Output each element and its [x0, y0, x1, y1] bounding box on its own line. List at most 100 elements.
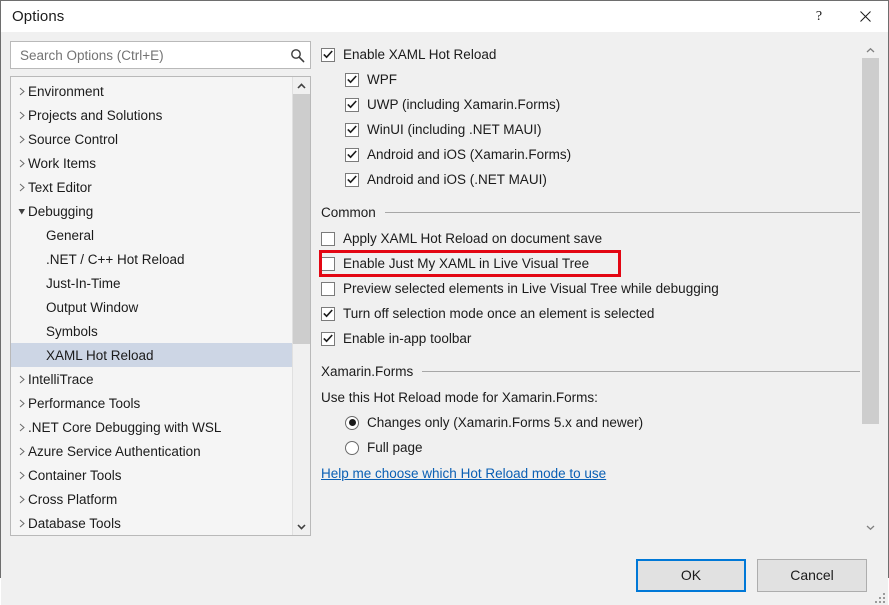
tree-item-text-editor[interactable]: Text Editor: [11, 175, 292, 199]
tree-item-performance-tools[interactable]: Performance Tools: [11, 391, 292, 415]
cancel-button[interactable]: Cancel: [757, 559, 867, 592]
checkmark-icon: [323, 334, 333, 343]
tree-item-output-window[interactable]: Output Window: [11, 295, 292, 319]
radio-row-changes-only-xamarin-forms-5-x-and-newer[interactable]: Changes only (Xamarin.Forms 5.x and newe…: [321, 410, 862, 435]
options-scroll-up-button[interactable]: [862, 41, 879, 58]
checkbox-apply-xaml-hot-reload-on-document-save[interactable]: [321, 232, 335, 246]
help-button[interactable]: ?: [796, 1, 842, 32]
label-apply-xaml-hot-reload-on-document-save: Apply XAML Hot Reload on document save: [343, 232, 602, 246]
tree-item-xaml-hot-reload[interactable]: XAML Hot Reload: [11, 343, 292, 367]
tree-item-net-core-debugging-with-wsl[interactable]: .NET Core Debugging with WSL: [11, 415, 292, 439]
triangle-right-icon[interactable]: [15, 399, 28, 408]
tree-item-projects-and-solutions[interactable]: Projects and Solutions: [11, 103, 292, 127]
triangle-right-icon[interactable]: [15, 111, 28, 120]
question-mark-icon: ?: [816, 10, 822, 24]
group-divider-common: [385, 212, 860, 213]
checkbox-android-and-ios-xamarin-forms[interactable]: [345, 148, 359, 162]
triangle-right-icon[interactable]: [15, 183, 28, 192]
tree-item-database-tools[interactable]: Database Tools: [11, 511, 292, 535]
label-enable-in-app-toolbar: Enable in-app toolbar: [343, 332, 471, 346]
chevron-down-icon: [297, 524, 306, 530]
checkbox-enable-in-app-toolbar[interactable]: [321, 332, 335, 346]
options-scroll-host: Enable XAML Hot Reload WPF UWP (including…: [321, 41, 879, 536]
options-scroll-track[interactable]: [862, 58, 879, 519]
radio-row-full-page[interactable]: Full page: [321, 435, 862, 460]
help-me-choose-link[interactable]: Help me choose which Hot Reload mode to …: [321, 466, 606, 481]
tree-item-environment[interactable]: Environment: [11, 79, 292, 103]
resize-grip[interactable]: [872, 590, 885, 603]
search-box[interactable]: [10, 41, 311, 69]
checkbox-turn-off-selection-mode-once-an-element-is-selec[interactable]: [321, 307, 335, 321]
tree-item-label: Database Tools: [28, 516, 121, 531]
label-uwp-including-xamarin-forms: UWP (including Xamarin.Forms): [367, 98, 560, 112]
title-bar: Options ?: [1, 1, 888, 32]
triangle-right-icon[interactable]: [15, 495, 28, 504]
tree-scroll-thumb[interactable]: [293, 94, 310, 344]
group-header-xamarin: Xamarin.Forms: [321, 357, 862, 385]
tree-item-label: .NET Core Debugging with WSL: [28, 420, 221, 435]
triangle-right-icon[interactable]: [15, 375, 28, 384]
checkbox-wpf[interactable]: [345, 73, 359, 87]
triangle-right-icon[interactable]: [15, 135, 28, 144]
options-scrollbar[interactable]: [862, 41, 879, 536]
checkbox-row-android-and-ios-net-maui[interactable]: Android and iOS (.NET MAUI): [321, 167, 862, 192]
triangle-right-icon[interactable]: [15, 471, 28, 480]
checkbox-uwp-including-xamarin-forms[interactable]: [345, 98, 359, 112]
radio-changes-only-xamarin-forms-5-x-and-newer[interactable]: [345, 416, 359, 430]
tree-item-symbols[interactable]: Symbols: [11, 319, 292, 343]
tree-scroll-down-button[interactable]: [293, 518, 310, 535]
tree-item-intellitrace[interactable]: IntelliTrace: [11, 367, 292, 391]
checkbox-row-wpf[interactable]: WPF: [321, 67, 862, 92]
radio-dot: [349, 419, 356, 426]
checkbox-preview-selected-elements-in-live-visual-tree-wh[interactable]: [321, 282, 335, 296]
search-input[interactable]: [11, 43, 284, 67]
triangle-right-icon[interactable]: [15, 159, 28, 168]
checkbox-row-android-and-ios-xamarin-forms[interactable]: Android and iOS (Xamarin.Forms): [321, 142, 862, 167]
checkmark-icon: [347, 125, 357, 134]
checkbox-row-enable-just-my-xaml-in-live-visual-tree[interactable]: Enable Just My XAML in Live Visual Tree: [321, 251, 862, 276]
tree-item-azure-service-authentication[interactable]: Azure Service Authentication: [11, 439, 292, 463]
window-controls: ?: [796, 1, 888, 32]
options-scroll-down-button[interactable]: [862, 519, 879, 536]
checkbox-row-apply-xaml-hot-reload-on-document-save[interactable]: Apply XAML Hot Reload on document save: [321, 226, 862, 251]
checkbox-row-winui-including-net-maui[interactable]: WinUI (including .NET MAUI): [321, 117, 862, 142]
triangle-down-icon[interactable]: [15, 207, 28, 216]
checkbox-enable-just-my-xaml-in-live-visual-tree[interactable]: [321, 257, 335, 271]
tree-item-container-tools[interactable]: Container Tools: [11, 463, 292, 487]
label-preview-selected-elements-in-live-visual-tree-wh: Preview selected elements in Live Visual…: [343, 282, 719, 296]
tree-item-just-in-time[interactable]: Just-In-Time: [11, 271, 292, 295]
checkbox-row-turn-off-selection-mode-once-an-element-is-selec[interactable]: Turn off selection mode once an element …: [321, 301, 862, 326]
checkbox-winui-including-net-maui[interactable]: [345, 123, 359, 137]
search-icon[interactable]: [284, 48, 310, 63]
ok-button[interactable]: OK: [636, 559, 746, 592]
tree-scroll-up-button[interactable]: [293, 77, 310, 94]
right-panel: Enable XAML Hot Reload WPF UWP (including…: [321, 41, 879, 545]
tree-item-cross-platform[interactable]: Cross Platform: [11, 487, 292, 511]
options-scroll-thumb[interactable]: [862, 58, 879, 424]
triangle-right-icon[interactable]: [15, 447, 28, 456]
checkbox-enable-xaml-hot-reload[interactable]: [321, 48, 335, 62]
checkbox-row-uwp-including-xamarin-forms[interactable]: UWP (including Xamarin.Forms): [321, 92, 862, 117]
label-enable-just-my-xaml-in-live-visual-tree: Enable Just My XAML in Live Visual Tree: [343, 257, 589, 271]
left-panel: EnvironmentProjects and SolutionsSource …: [10, 41, 311, 545]
tree-scroll-track[interactable]: [293, 94, 310, 518]
tree-item-debugging[interactable]: Debugging: [11, 199, 292, 223]
label-winui-including-net-maui: WinUI (including .NET MAUI): [367, 123, 542, 137]
tree-item-work-items[interactable]: Work Items: [11, 151, 292, 175]
checkbox-row-enable-xaml-hot-reload[interactable]: Enable XAML Hot Reload: [321, 42, 862, 67]
triangle-right-icon[interactable]: [15, 423, 28, 432]
tree-item-label: IntelliTrace: [28, 372, 94, 387]
tree-scrollbar[interactable]: [292, 77, 310, 535]
tree-item-general[interactable]: General: [11, 223, 292, 247]
triangle-right-icon[interactable]: [15, 519, 28, 528]
triangle-right-icon[interactable]: [15, 87, 28, 96]
checkbox-row-preview-selected-elements-in-live-visual-tree-wh[interactable]: Preview selected elements in Live Visual…: [321, 276, 862, 301]
checkbox-android-and-ios-net-maui[interactable]: [345, 173, 359, 187]
common-checkbox-group: Apply XAML Hot Reload on document save En…: [321, 226, 862, 351]
tree-item-source-control[interactable]: Source Control: [11, 127, 292, 151]
close-button[interactable]: [842, 1, 888, 32]
checkbox-row-enable-in-app-toolbar[interactable]: Enable in-app toolbar: [321, 326, 862, 351]
radio-full-page[interactable]: [345, 441, 359, 455]
tree-item-net-c-hot-reload[interactable]: .NET / C++ Hot Reload: [11, 247, 292, 271]
options-tree[interactable]: EnvironmentProjects and SolutionsSource …: [11, 77, 292, 535]
